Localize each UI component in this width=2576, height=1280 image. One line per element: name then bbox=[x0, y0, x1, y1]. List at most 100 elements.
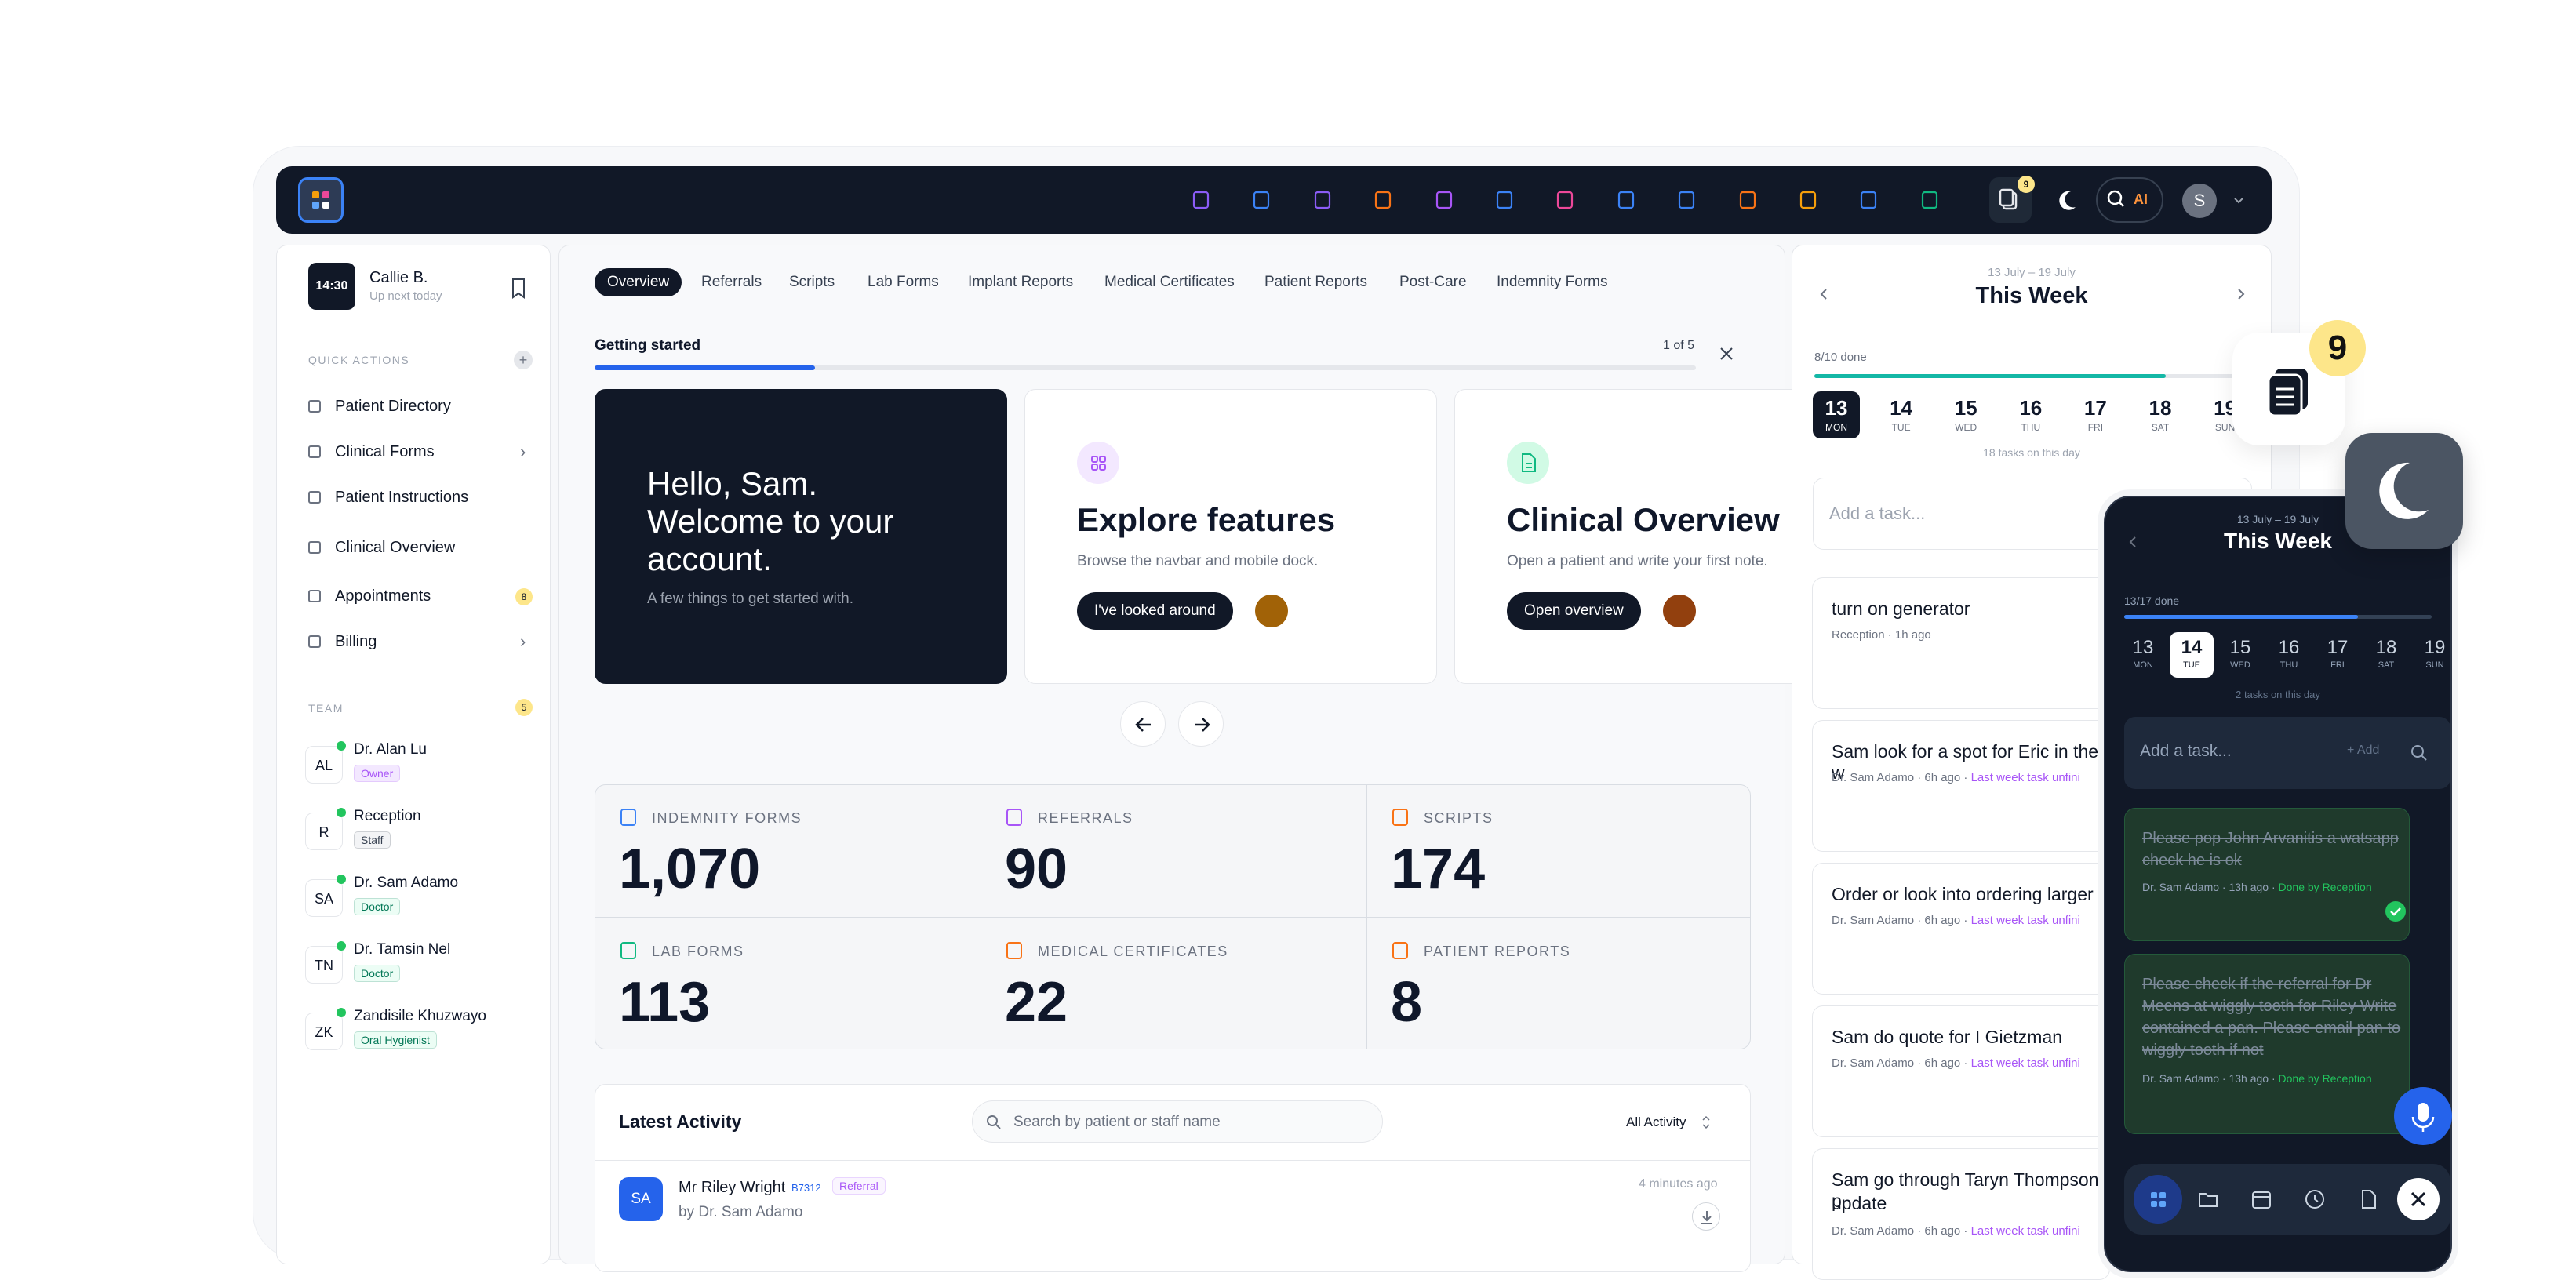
mobile-day-wed[interactable]: 15 WED bbox=[2218, 632, 2262, 678]
task-card[interactable]: Sam go through Taryn Thompson p update Dr.… bbox=[1812, 1148, 2110, 1280]
chart-icon[interactable] bbox=[1734, 187, 1761, 213]
mobile-add-button[interactable]: + Add bbox=[2347, 744, 2379, 758]
member-name: Zandisile Khuzwayo bbox=[354, 1008, 486, 1024]
looked-around-button[interactable]: I've looked around bbox=[1077, 592, 1233, 630]
box-icon[interactable] bbox=[1491, 187, 1518, 213]
open-overview-button[interactable]: Open overview bbox=[1507, 592, 1641, 630]
role-badge: Staff bbox=[354, 831, 391, 849]
mobile-done-task[interactable]: Please check if the referral for Dr Meen… bbox=[2124, 954, 2410, 1134]
download-button[interactable] bbox=[1692, 1202, 1720, 1231]
send-icon[interactable] bbox=[1613, 187, 1639, 213]
copy-icon[interactable] bbox=[1552, 187, 1578, 213]
day-mon[interactable]: 13 MON bbox=[1813, 391, 1860, 438]
floating-count: 9 bbox=[2309, 320, 2366, 376]
calendar-icon[interactable] bbox=[1855, 187, 1882, 213]
file-icon[interactable] bbox=[1370, 187, 1396, 213]
folder-icon[interactable] bbox=[1248, 187, 1275, 213]
tab-lab-forms[interactable]: Lab Forms bbox=[855, 268, 951, 296]
day-fri[interactable]: 17 FRI bbox=[2072, 391, 2119, 438]
mobile-day-tue[interactable]: 14 TUE bbox=[2170, 632, 2214, 678]
day-tue[interactable]: 14 TUE bbox=[1878, 391, 1925, 438]
ai-search-button[interactable]: AI bbox=[2096, 177, 2163, 223]
app-logo-button[interactable] bbox=[298, 177, 344, 223]
activity-patient-name[interactable]: Mr Riley Wright bbox=[679, 1179, 785, 1197]
team-member[interactable]: ZK Zandisile Khuzwayo Oral Hygienist bbox=[305, 1008, 533, 1060]
notifications-button[interactable]: 9 bbox=[1989, 176, 2035, 223]
sidebar-item-billing[interactable]: Billing › bbox=[308, 631, 533, 655]
task-card[interactable]: Sam look for a spot for Eric in the w Dr.… bbox=[1812, 720, 2110, 852]
tab-post-care[interactable]: Post-Care bbox=[1387, 268, 1479, 296]
bookmark-icon[interactable] bbox=[509, 277, 528, 300]
team-member[interactable]: AL Dr. Alan Lu Owner bbox=[305, 741, 533, 793]
moon-icon[interactable] bbox=[2050, 177, 2082, 223]
stat-indemnity-forms[interactable]: INDEMNITY FORMS 1,070 bbox=[595, 785, 981, 918]
mobile-day-fri[interactable]: 17 FRI bbox=[2316, 632, 2360, 678]
files-icon[interactable] bbox=[1431, 187, 1457, 213]
sidebar-item-patient-directory[interactable]: Patient Directory bbox=[308, 396, 533, 420]
stat-referrals[interactable]: REFERRALS 90 bbox=[981, 785, 1367, 918]
sidebar-item-label: Clinical Overview bbox=[335, 539, 456, 556]
tab-indemnity-forms[interactable]: Indemnity Forms bbox=[1484, 268, 1620, 296]
mobile-add-task-input[interactable]: Add a task... + Add bbox=[2124, 717, 2450, 789]
sidebar-item-clinical-overview[interactable]: Clinical Overview bbox=[308, 537, 533, 561]
tab-scripts[interactable]: Scripts bbox=[777, 268, 847, 296]
tab-implant-reports[interactable]: Implant Reports bbox=[955, 268, 1086, 296]
dark-mode-toggle[interactable] bbox=[2345, 433, 2463, 549]
money-icon[interactable] bbox=[1916, 187, 1943, 213]
sidebar-item-appointments[interactable]: Appointments 8 bbox=[308, 586, 533, 609]
team-member[interactable]: R Reception Staff bbox=[305, 808, 533, 860]
stat-scripts[interactable]: SCRIPTS 174 bbox=[1367, 785, 1753, 918]
tab-patient-reports[interactable]: Patient Reports bbox=[1252, 268, 1380, 296]
clock-icon[interactable] bbox=[1795, 187, 1821, 213]
clock-icon[interactable] bbox=[2303, 1187, 2327, 1211]
team-member[interactable]: SA Dr. Sam Adamo Doctor bbox=[305, 875, 533, 926]
mobile-day-mon[interactable]: 13 MON bbox=[2121, 632, 2165, 678]
mobile-day-sun[interactable]: 19 SUN bbox=[2413, 632, 2457, 678]
sidebar-item-clinical-forms[interactable]: Clinical Forms › bbox=[308, 442, 533, 465]
edit-icon[interactable] bbox=[1309, 187, 1336, 213]
folder-icon[interactable] bbox=[2196, 1187, 2220, 1211]
sidebar-item-label: Appointments bbox=[335, 587, 431, 605]
sidebar-item-patient-instructions[interactable]: Patient Instructions bbox=[308, 487, 533, 511]
stat-label: LAB FORMS bbox=[652, 944, 744, 959]
tab-overview[interactable]: Overview bbox=[595, 268, 682, 296]
task-card[interactable]: turn on generator Reception · 1h ago bbox=[1812, 577, 2110, 709]
task-card[interactable]: Order or look into ordering larger c Dr. … bbox=[1812, 863, 2110, 995]
tab-referrals[interactable]: Referrals bbox=[689, 268, 774, 296]
activity-filter-select[interactable]: All Activity bbox=[1626, 1115, 1686, 1130]
floating-tasks-button[interactable]: 9 bbox=[2232, 320, 2366, 445]
stat-medical-certificates[interactable]: MEDICAL CERTIFICATES 22 bbox=[981, 918, 1367, 1052]
carousel-next-button[interactable] bbox=[1178, 701, 1224, 747]
grid-icon[interactable] bbox=[2134, 1175, 2182, 1224]
presentation-icon[interactable] bbox=[1188, 187, 1214, 213]
document-icon[interactable] bbox=[2356, 1187, 2380, 1211]
role-badge: Doctor bbox=[354, 965, 401, 982]
carousel-prev-button[interactable] bbox=[1120, 701, 1166, 747]
notification-count: 9 bbox=[2018, 176, 2035, 193]
stat-patient-reports[interactable]: PATIENT REPORTS 8 bbox=[1367, 918, 1753, 1052]
day-number: 16 bbox=[2019, 396, 2043, 420]
add-quick-action-button[interactable]: + bbox=[514, 351, 533, 369]
day-weekday: WED bbox=[1955, 422, 1977, 433]
calendar-icon[interactable] bbox=[2250, 1187, 2273, 1211]
team-member[interactable]: TN Dr. Tamsin Nel Doctor bbox=[305, 941, 533, 993]
mobile-task-title: Please check if the referral for Dr Meen… bbox=[2142, 976, 2401, 1059]
search-icon[interactable] bbox=[2410, 744, 2429, 762]
task-card[interactable]: Sam do quote for I Gietzman Dr. Sam Adamo… bbox=[1812, 1005, 2110, 1137]
mobile-day-thu[interactable]: 16 THU bbox=[2267, 632, 2311, 678]
activity-search-input[interactable]: Search by patient or staff name bbox=[972, 1100, 1383, 1143]
close-dock-button[interactable] bbox=[2397, 1178, 2440, 1220]
day-thu[interactable]: 16 THU bbox=[2007, 391, 2054, 438]
stat-lab-forms[interactable]: LAB FORMS 113 bbox=[595, 918, 981, 1052]
tab-medical-certificates[interactable]: Medical Certificates bbox=[1092, 268, 1247, 296]
mobile-day-sat[interactable]: 18 SAT bbox=[2364, 632, 2408, 678]
week-progress bbox=[1814, 374, 2254, 378]
close-icon[interactable] bbox=[1718, 345, 1735, 362]
voice-input-button[interactable] bbox=[2394, 1087, 2452, 1145]
book-icon[interactable] bbox=[1673, 187, 1700, 213]
chevron-down-icon[interactable] bbox=[2231, 177, 2247, 223]
mobile-done-task[interactable]: Please pop John Arvanitis a watsapp chec… bbox=[2124, 808, 2410, 941]
user-avatar[interactable]: S bbox=[2182, 184, 2217, 218]
day-sat[interactable]: 18 SAT bbox=[2137, 391, 2184, 438]
day-wed[interactable]: 15 WED bbox=[1942, 391, 1989, 438]
